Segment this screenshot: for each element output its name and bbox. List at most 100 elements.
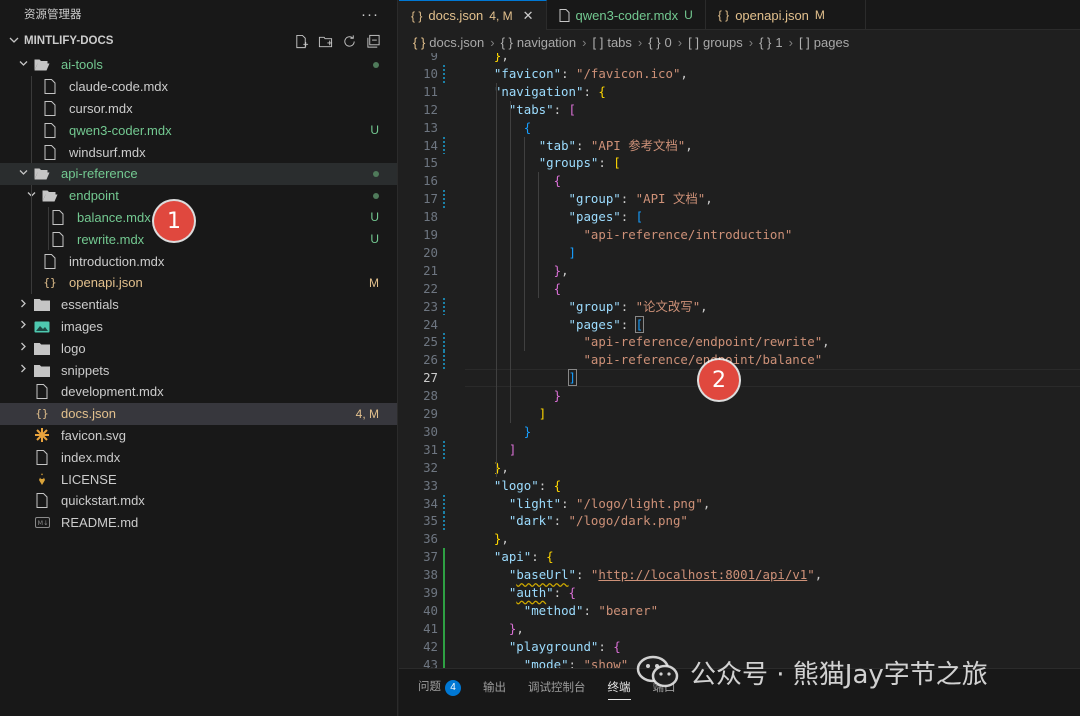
code-line[interactable]: 26 "api-reference/endpoint/balance" (399, 351, 1080, 370)
code-line[interactable]: 21 }, (399, 262, 1080, 280)
chevron-right-icon[interactable] (17, 341, 29, 355)
code-text: } (553, 388, 562, 404)
tree-item[interactable]: qwen3-coder.mdx U (0, 119, 397, 141)
tree-item[interactable]: cursor.mdx (0, 98, 397, 120)
code-line[interactable]: 28 } (399, 387, 1080, 405)
git-modified-indicator[interactable] (443, 333, 445, 352)
code-line[interactable]: 27 ] (399, 369, 1080, 388)
git-added-indicator[interactable] (443, 655, 445, 668)
chevron-right-icon[interactable] (17, 319, 29, 333)
tree-item[interactable]: snippets (0, 359, 397, 381)
code-line[interactable]: 33 "logo": { (399, 477, 1080, 495)
more-actions-icon[interactable]: ··· (361, 6, 379, 23)
code-line[interactable]: 22 { (399, 280, 1080, 298)
code-line[interactable]: 18 "pages": [ (399, 208, 1080, 226)
tree-item[interactable]: windsurf.mdx (0, 141, 397, 163)
breadcrumb-item[interactable]: pages (814, 35, 849, 50)
code-line[interactable]: 15 "groups": [ (399, 154, 1080, 172)
tree-item[interactable]: introduction.mdx (0, 250, 397, 272)
tab-terminal[interactable]: 终端 (607, 679, 631, 700)
tree-item[interactable]: index.mdx (0, 446, 397, 468)
breadcrumb-item[interactable]: tabs (607, 35, 632, 50)
tree-item[interactable]: endpoint (0, 185, 397, 207)
tab-openapi-json[interactable]: { } openapi.json M (706, 0, 866, 30)
tab-problems[interactable]: 问题 4 (418, 678, 461, 696)
code-line[interactable]: 23 "group": "论文改写", (399, 297, 1080, 316)
tab-qwen3-coder[interactable]: qwen3-coder.mdx U (547, 0, 706, 30)
tab-output[interactable]: 输出 (483, 679, 506, 695)
code-line[interactable]: 30 } (399, 423, 1080, 441)
code-line[interactable]: 16 { (399, 172, 1080, 190)
tree-item[interactable]: {} docs.json 4, M (0, 402, 397, 425)
tree-item[interactable]: logo (0, 337, 397, 359)
refresh-icon[interactable] (341, 33, 357, 49)
git-modified-indicator[interactable] (443, 297, 445, 316)
breadcrumb-item[interactable]: groups (703, 35, 743, 50)
code-line[interactable]: 29 ] (399, 405, 1080, 423)
tree-item[interactable]: {} openapi.json M (0, 272, 397, 294)
code-line[interactable]: 37 "api": { (399, 548, 1080, 567)
code-line[interactable]: 41 }, (399, 619, 1080, 638)
code-editor[interactable]: 9 }, 10 "favicon": "/favicon.ico", 11 "nav… (399, 53, 1080, 668)
breadcrumb-item[interactable]: 0 (665, 35, 672, 50)
breadcrumb-item[interactable]: 1 (775, 35, 782, 50)
tree-item[interactable]: rewrite.mdx U (0, 228, 397, 250)
git-modified-indicator[interactable] (443, 440, 445, 459)
code-line[interactable]: 10 "favicon": "/favicon.ico", (399, 64, 1080, 83)
git-modified-indicator[interactable] (443, 494, 445, 513)
tree-item[interactable]: ai-tools (0, 54, 397, 76)
close-icon[interactable]: ✕ (523, 8, 534, 24)
tree-item[interactable]: development.mdx (0, 381, 397, 403)
git-added-indicator[interactable] (443, 637, 445, 656)
code-line[interactable]: 31 ] (399, 440, 1080, 459)
tree-item[interactable]: claude-code.mdx (0, 76, 397, 98)
code-line[interactable]: 35 "dark": "/logo/dark.png" (399, 512, 1080, 531)
chevron-down-icon[interactable] (17, 58, 29, 72)
code-line[interactable]: 40 "method": "bearer" (399, 601, 1080, 620)
git-added-indicator[interactable] (443, 619, 445, 638)
git-modified-indicator[interactable] (443, 351, 445, 370)
git-added-indicator[interactable] (443, 548, 445, 567)
code-line[interactable]: 11 "navigation": { (399, 83, 1080, 101)
tree-item[interactable]: images (0, 316, 397, 338)
chevron-right-icon[interactable] (17, 363, 29, 377)
code-line[interactable]: 32 }, (399, 459, 1080, 477)
tree-item[interactable]: balance.mdx U (0, 207, 397, 229)
chevron-right-icon[interactable] (17, 298, 29, 312)
tree-item[interactable]: api-reference (0, 162, 397, 185)
code-line[interactable]: 38 "baseUrl": "http://localhost:8001/api… (399, 566, 1080, 584)
breadcrumb-item[interactable]: navigation (517, 35, 576, 50)
tree-item[interactable]: quickstart.mdx (0, 490, 397, 512)
tab-debug-console[interactable]: 调试控制台 (528, 679, 586, 695)
git-modified-indicator[interactable] (443, 190, 445, 209)
git-added-indicator[interactable] (443, 601, 445, 620)
git-modified-indicator[interactable] (443, 64, 445, 83)
code-line[interactable]: 9 }, (399, 53, 1080, 65)
git-added-indicator[interactable] (443, 566, 445, 584)
code-line[interactable]: 39 "auth": { (399, 584, 1080, 602)
new-folder-icon[interactable] (317, 33, 333, 49)
tree-item[interactable]: essentials (0, 294, 397, 316)
chevron-down-icon[interactable] (17, 167, 29, 181)
code-line[interactable]: 13 { (399, 119, 1080, 137)
code-line[interactable]: 14 "tab": "API 参考文档", (399, 136, 1080, 155)
code-line[interactable]: 25 "api-reference/endpoint/rewrite", (399, 333, 1080, 352)
breadcrumb-item[interactable]: docs.json (429, 35, 484, 50)
code-line[interactable]: 34 "light": "/logo/light.png", (399, 494, 1080, 513)
project-header[interactable]: MINTLIFY-DOCS (0, 28, 397, 54)
collapse-all-icon[interactable] (365, 33, 381, 49)
new-file-icon[interactable] (293, 33, 309, 49)
git-modified-indicator[interactable] (443, 136, 445, 155)
git-modified-indicator[interactable] (443, 512, 445, 531)
tree-item[interactable]: favicon.svg (0, 425, 397, 447)
tab-docs-json[interactable]: { } docs.json 4, M ✕ (399, 0, 547, 30)
code-line[interactable]: 17 "group": "API 文档", (399, 190, 1080, 209)
code-line[interactable]: 36 }, (399, 530, 1080, 548)
code-line[interactable]: 19 "api-reference/introduction" (399, 226, 1080, 244)
code-line[interactable]: 20 ] (399, 244, 1080, 262)
tree-item[interactable]: M↓ README.md (0, 512, 397, 534)
git-added-indicator[interactable] (443, 584, 445, 602)
tree-item[interactable]: LICENSE (0, 468, 397, 490)
code-line[interactable]: 24 "pages": [ (399, 315, 1080, 334)
code-line[interactable]: 12 "tabs": [ (399, 101, 1080, 119)
